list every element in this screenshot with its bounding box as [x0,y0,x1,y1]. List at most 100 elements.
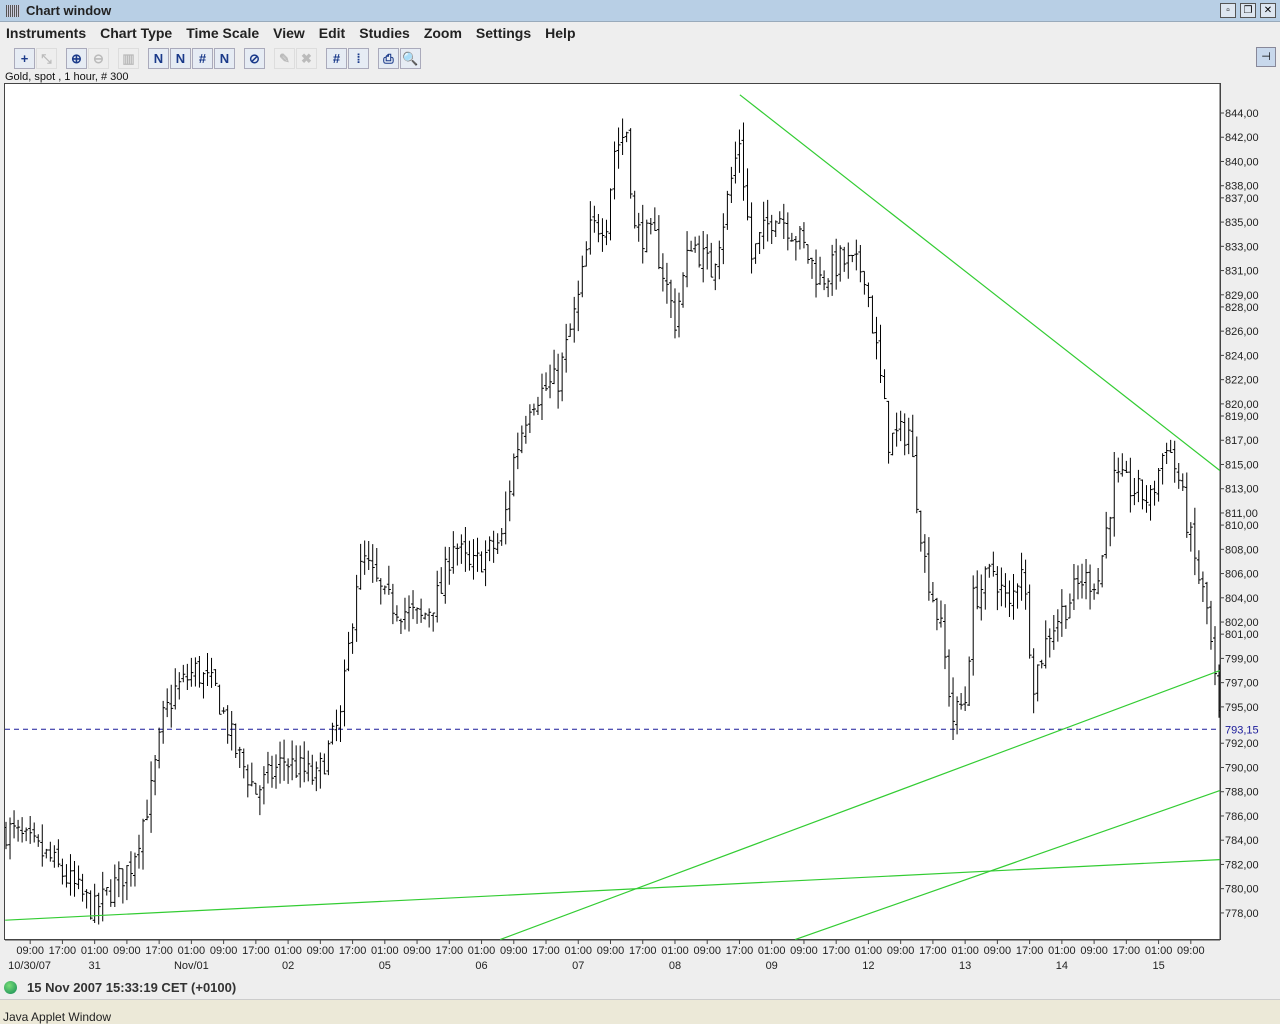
fan-icon[interactable]: N [214,47,235,69]
ohlc-bar [677,292,682,338]
ohlc-bar [620,118,625,156]
ohlc-bar [1035,664,1040,702]
y-tick-label: 815,00 [1225,459,1259,471]
eraser-icon[interactable]: ✎ [274,47,295,69]
price-scale-icon[interactable]: ⁞ [348,47,369,69]
delete-all-icon[interactable]: ✖ [296,47,317,69]
menu-settings[interactable]: Settings [476,25,531,41]
zoom-in-icon[interactable]: ⊕ [66,47,87,69]
x-time-label: 09:00 [1080,945,1108,957]
x-time-label: 09:00 [887,945,915,957]
ohlc-bar [1027,584,1032,659]
x-date-label: 10/30/07 [8,960,51,972]
close-icon[interactable]: ✕ [1260,3,1276,18]
ohlc-bar [656,215,661,270]
ohlc-bar [1104,511,1109,559]
trend-line[interactable] [5,858,1220,921]
ohlc-bar [995,566,1000,611]
ohlc-bar [76,865,81,890]
ohlc-bar [1067,593,1072,619]
x-time-label: 09:00 [210,945,238,957]
x-time-label: 17:00 [726,945,754,957]
pointer-icon[interactable]: ⤡ [36,47,57,69]
ohlc-bar [846,242,851,279]
menu-chart-type[interactable]: Chart Type [100,25,172,41]
ohlc-bars [5,118,1220,925]
trend-line[interactable] [794,789,1220,940]
trend-line[interactable] [499,669,1220,940]
ohlc-bar [805,244,810,264]
x-time-label: 17:00 [339,945,367,957]
ohlc-bar [338,705,343,742]
menu-studies[interactable]: Studies [359,25,410,41]
print-preview-icon[interactable]: 🔍 [400,47,421,69]
menu-time-scale[interactable]: Time Scale [186,25,259,41]
y-tick-label: 795,00 [1225,702,1259,714]
ohlc-bar [701,231,706,283]
ohlc-bar [535,396,540,415]
x-time-label: 01:00 [274,945,302,957]
menu-zoom[interactable]: Zoom [424,25,462,41]
delete-line-icon[interactable]: ⊘ [244,47,265,69]
restore-icon[interactable]: ❐ [1240,3,1256,18]
print-icon[interactable]: ⎙ [378,47,399,69]
trend-line[interactable] [739,94,1220,472]
ohlc-bar [463,526,468,572]
menu-bar: Instruments Chart Type Time Scale View Edit S… [0,22,1280,44]
ohlc-bar [1108,516,1113,547]
zoom-out-icon[interactable]: ⊖ [88,47,109,69]
ohlc-bar [459,534,464,564]
ohlc-bar [394,605,399,622]
ohlc-bar [185,663,190,690]
ohlc-bar [761,201,766,250]
ohlc-bar [217,684,222,715]
ohlc-bar [717,240,722,280]
x-date-label: 08 [669,960,681,972]
ohlc-bar [56,839,61,868]
grid-icon[interactable]: # [326,47,347,69]
ohlc-bar [479,551,484,573]
ohlc-bar [1112,452,1117,537]
ohlc-bar [789,232,794,242]
trendline-icon[interactable]: N [148,47,169,69]
x-time-label: 17:00 [822,945,850,957]
x-time-label: 17:00 [919,945,947,957]
ohlc-bar [221,707,226,714]
ohlc-bar [592,205,597,233]
volume-icon[interactable]: ▥ [118,47,139,69]
ohlc-bar [769,214,774,245]
crosshair-icon[interactable]: + [14,47,35,69]
menu-help[interactable]: Help [545,25,575,41]
ohlc-bar [942,604,947,670]
ohlc-bar [1196,550,1201,585]
menu-view[interactable]: View [273,25,305,41]
parallel-icon[interactable]: # [192,47,213,69]
x-time-label: 01:00 [1145,945,1173,957]
ohlc-bar [902,413,907,456]
ohlc-bar [370,544,375,583]
ohlc-bar [165,688,170,718]
x-date-label: 06 [475,960,487,972]
ohlc-bar [36,834,41,847]
pin-icon[interactable]: ⊣ [1256,47,1276,67]
ohlc-bar [358,543,363,590]
ohlc-bar [282,739,287,781]
ohlc-bar [539,373,544,421]
minimize-icon[interactable]: ▫ [1220,3,1236,18]
menu-edit[interactable]: Edit [319,25,345,41]
y-tick-label: 826,00 [1225,326,1259,338]
ohlc-bar [205,652,210,686]
menu-instruments[interactable]: Instruments [6,25,86,41]
channel-icon[interactable]: N [170,47,191,69]
y-tick-label: 784,00 [1225,835,1259,847]
x-time-label: 01:00 [855,945,883,957]
x-time-label: 09:00 [16,945,44,957]
y-tick-label: 790,00 [1225,762,1259,774]
ohlc-bar [274,754,279,789]
ohlc-bar [1132,478,1137,506]
ohlc-bar [729,166,734,203]
y-tick-label: 817,00 [1225,435,1259,447]
ohlc-bar [261,766,266,805]
ohlc-bar [733,141,738,184]
ohlc-bar [366,540,371,571]
